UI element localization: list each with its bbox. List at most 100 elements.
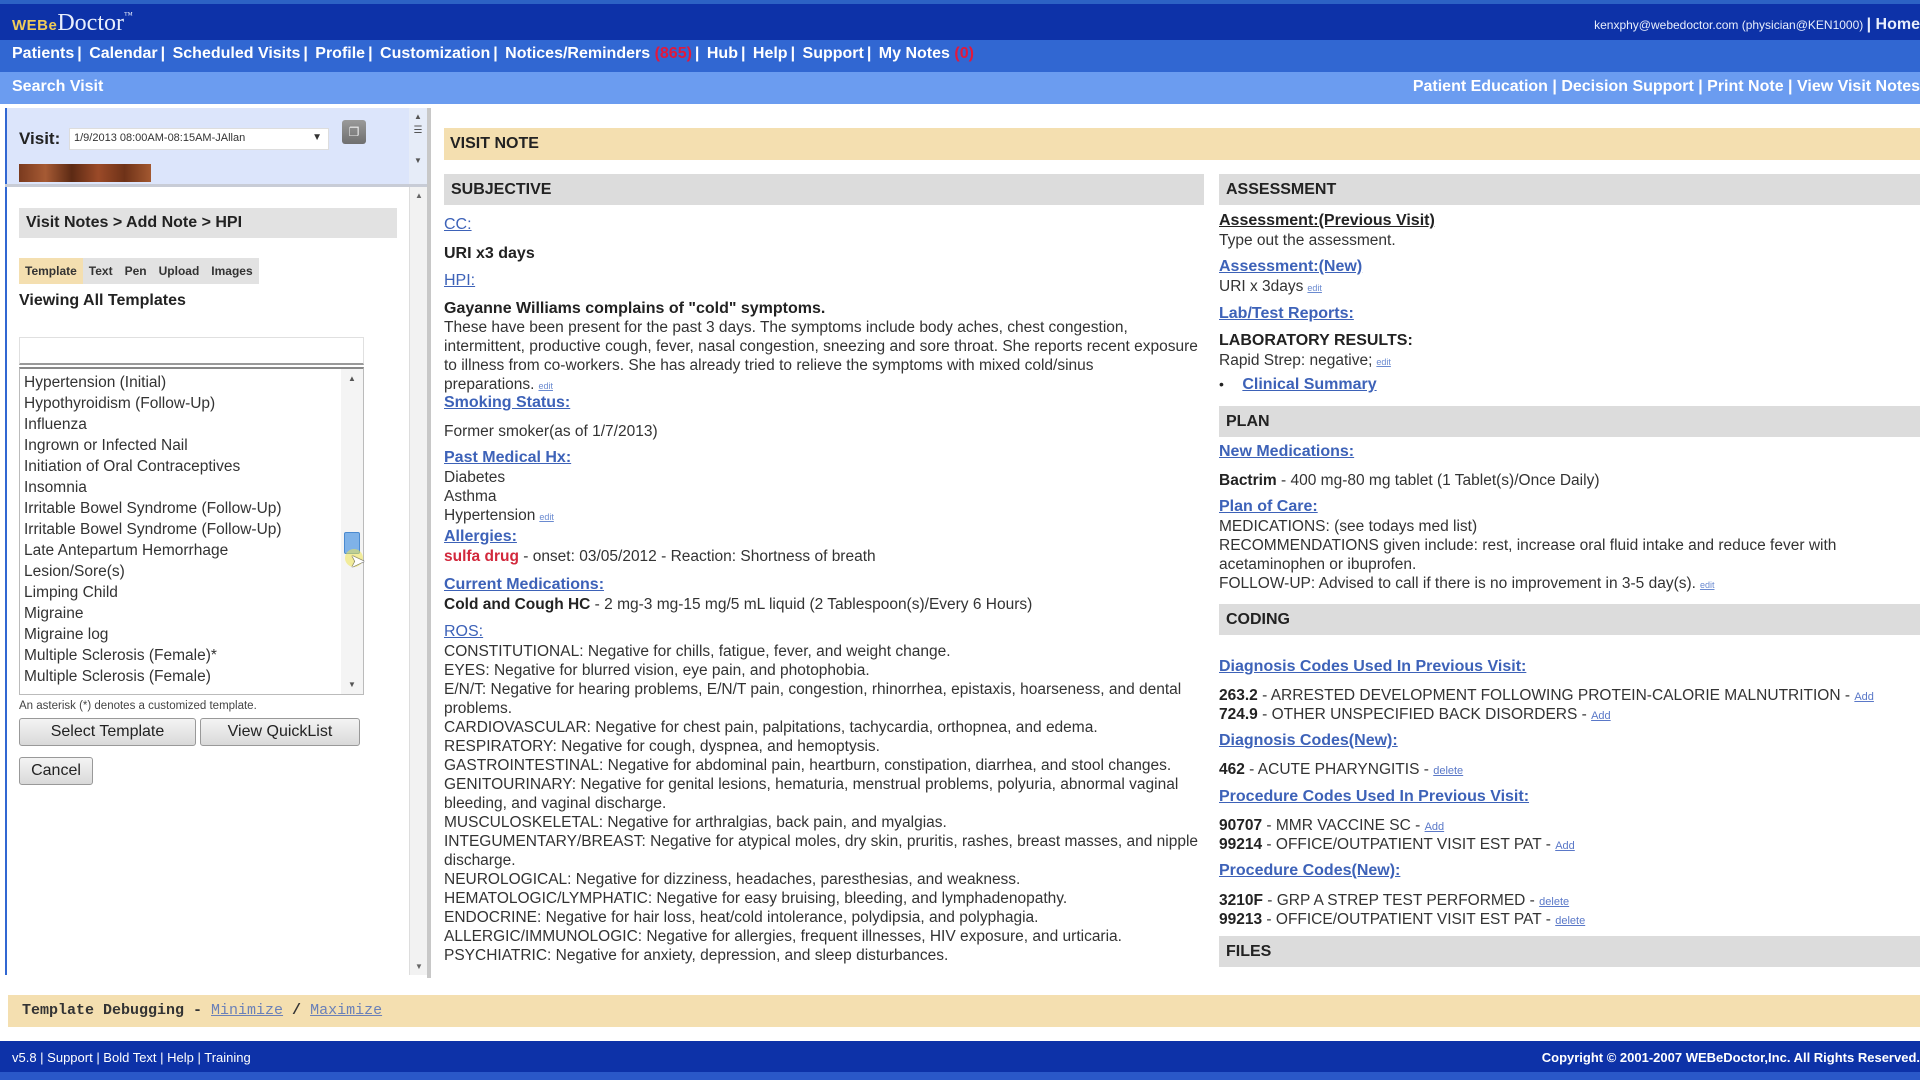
lab-edit-link[interactable]: edit [1376,357,1391,367]
search-visit-link[interactable]: Search Visit [12,78,103,95]
clinical-summary-link[interactable]: Clinical Summary [1242,376,1376,393]
template-item[interactable]: Influenza [24,414,359,435]
delete-code-link[interactable]: delete [1555,915,1585,927]
nav-help[interactable]: Help [753,45,788,62]
template-list-scrollbar[interactable]: ▲ ▼ [341,369,363,694]
care-edit-link[interactable]: edit [1700,580,1715,590]
template-listbox[interactable]: Hypertension (Initial) Hypothyroidism (F… [19,367,364,695]
nav-support[interactable]: Support [803,45,864,62]
past-medical-hx-link[interactable]: Past Medical Hx: [444,449,571,466]
new-medications-link[interactable]: New Medications: [1219,443,1354,460]
add-code-link[interactable]: Add [1854,691,1874,703]
nav-notices-reminders[interactable]: Notices/Reminders [505,45,650,62]
hpi-link[interactable]: HPI: [444,272,475,289]
add-code-link[interactable]: Add [1591,710,1611,722]
assessment-new-link[interactable]: Assessment:(New) [1219,258,1362,275]
px-prev-link[interactable]: Procedure Codes Used In Previous Visit: [1219,788,1529,805]
ros-list: CONSTITUTIONAL: Negative for chills, fat… [444,642,1204,965]
lab-test-reports-link[interactable]: Lab/Test Reports: [1219,305,1354,322]
tab-text[interactable]: Text [83,258,119,284]
scroll-down-icon[interactable]: ▼ [409,156,427,165]
asterisk-note: An asterisk (*) denotes a customized tem… [19,700,257,712]
px-new-link[interactable]: Procedure Codes(New): [1219,862,1400,879]
template-item[interactable]: Limping Child [24,582,359,603]
nav-customization[interactable]: Customization [380,45,490,62]
maximize-link[interactable]: Maximize [310,1002,382,1019]
hpi-edit-link[interactable]: edit [538,381,553,391]
view-visit-notes-link[interactable]: View Visit Notes [1797,78,1920,95]
breadcrumb: Visit Notes > Add Note > HPI [19,208,397,238]
ros-line: HEMATOLOGIC/LYMPHATIC: Negative for easy… [444,890,1068,907]
footer-links[interactable]: v5.8 | Support | Bold Text | Help | Trai… [12,1050,251,1065]
nav-patients[interactable]: Patients [12,45,74,62]
template-item[interactable]: Irritable Bowel Syndrome (Follow-Up) [24,498,359,519]
popout-window-button[interactable]: ❐ [342,120,366,144]
new-med-detail: - 400 mg-80 mg tablet (1 Tablet(s)/Once … [1276,472,1600,489]
template-item[interactable]: Multiple Sclerosis (Female) [24,666,359,687]
nav-my-notes[interactable]: My Notes [879,45,950,62]
tab-upload[interactable]: Upload [153,258,206,284]
dx-prev-link[interactable]: Diagnosis Codes Used In Previous Visit: [1219,658,1526,675]
scroll-up-icon[interactable]: ▲ [348,374,356,383]
template-item[interactable]: Hypothyroidism (Follow-Up) [24,393,359,414]
left-panel-scrollbar[interactable]: ▲ ▼ [409,187,427,975]
tab-template[interactable]: Template [19,258,83,284]
nav-hub[interactable]: Hub [707,45,738,62]
template-item[interactable]: Migraine log [24,624,359,645]
current-medications-link[interactable]: Current Medications: [444,576,604,593]
scroll-down-icon[interactable]: ▼ [348,680,356,689]
tab-images[interactable]: Images [205,258,258,284]
nav-profile[interactable]: Profile [315,45,365,62]
pmh-item-row: Hypertension edit [444,506,554,527]
assessment-edit-link[interactable]: edit [1307,283,1322,293]
view-quicklist-button[interactable]: View QuickList [200,718,360,746]
dx-code: 462 [1219,761,1245,778]
template-item[interactable]: Insomnia [24,477,359,498]
template-item[interactable]: Initiation of Oral Contraceptives [24,456,359,477]
cc-link[interactable]: CC: [444,216,472,233]
top-panel-scrollbar[interactable]: ▲ ☰ ▼ [409,108,427,184]
nav-calendar[interactable]: Calendar [89,45,157,62]
template-item[interactable]: Ingrown or Infected Nail [24,435,359,456]
tab-pen[interactable]: Pen [119,258,153,284]
print-note-link[interactable]: Print Note [1707,78,1783,95]
template-item[interactable]: Lesion/Sore(s) [24,561,359,582]
minimize-link[interactable]: Minimize [211,1002,283,1019]
add-code-link[interactable]: Add [1425,821,1445,833]
template-filter-input[interactable] [19,337,364,365]
add-code-link[interactable]: Add [1555,840,1575,852]
home-link[interactable]: | Home [1867,16,1920,33]
decision-support-link[interactable]: Decision Support [1561,78,1693,95]
pmh-edit-link[interactable]: edit [539,512,554,522]
ros-line: ALLERGIC/IMMUNOLOGIC: Negative for aller… [444,928,1122,945]
template-item[interactable]: Migraine [24,603,359,624]
nav-scheduled-visits[interactable]: Scheduled Visits [173,45,301,62]
cancel-button[interactable]: Cancel [19,757,93,785]
dx-code: 724.9 [1219,706,1258,723]
smoking-status-link[interactable]: Smoking Status: [444,394,570,411]
window-restore-icon: ❐ [348,125,360,139]
template-item[interactable]: Irritable Bowel Syndrome (Follow-Up) [24,519,359,540]
lab-results-value: Rapid Strep: negative; [1219,352,1373,369]
scroll-up-icon[interactable]: ▲ [409,112,427,121]
plan-of-care-link[interactable]: Plan of Care: [1219,498,1318,515]
template-item[interactable]: Multiple Sclerosis (Female)* [24,645,359,666]
ros-line: EYES: Negative for blurred vision, eye p… [444,662,870,679]
note-input-tabs: Template Text Pen Upload Images [19,258,259,284]
delete-code-link[interactable]: delete [1433,765,1463,777]
scroll-thumb-icon[interactable]: ☰ [409,125,427,136]
dx-new-link[interactable]: Diagnosis Codes(New): [1219,732,1398,749]
subnav-right-links: Patient Education | Decision Support | P… [1412,78,1920,95]
scroll-up-icon[interactable]: ▲ [415,191,423,200]
scroll-down-icon[interactable]: ▼ [415,962,423,971]
delete-code-link[interactable]: delete [1539,896,1569,908]
template-item[interactable]: Late Antepartum Hemorrhage [24,540,359,561]
select-template-button[interactable]: Select Template [19,718,196,746]
visit-dropdown[interactable]: 1/9/2013 08:00AM-08:15AM-JAllan ▼ [69,128,329,150]
template-panel: Visit Notes > Add Note > HPI Template Te… [5,187,427,975]
webedoctor-logo[interactable]: WEBeDoctor™ [12,10,133,37]
patient-education-link[interactable]: Patient Education [1413,78,1548,95]
template-item[interactable]: Hypertension (Initial) [24,372,359,393]
allergies-link[interactable]: Allergies: [444,528,517,545]
ros-link[interactable]: ROS: [444,623,483,640]
